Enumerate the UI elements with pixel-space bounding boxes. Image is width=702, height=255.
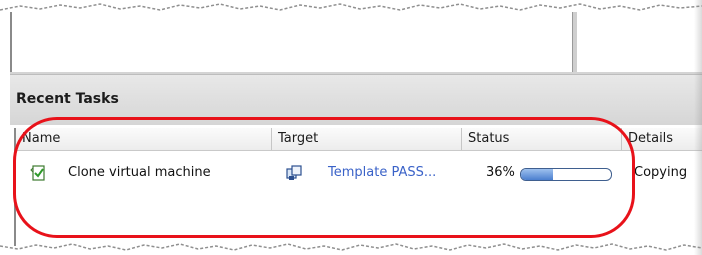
right-torn-shadow bbox=[694, 0, 702, 255]
panel-left-border bbox=[10, 12, 12, 74]
recent-tasks-title: Recent Tasks bbox=[16, 91, 119, 107]
torn-bottom-edge bbox=[0, 240, 702, 255]
highlight-ellipse bbox=[13, 117, 635, 238]
column-header-details[interactable]: Details bbox=[622, 128, 702, 150]
upper-panel bbox=[10, 12, 702, 74]
task-details: Copying bbox=[634, 165, 688, 180]
panel-splitter[interactable] bbox=[572, 12, 577, 74]
